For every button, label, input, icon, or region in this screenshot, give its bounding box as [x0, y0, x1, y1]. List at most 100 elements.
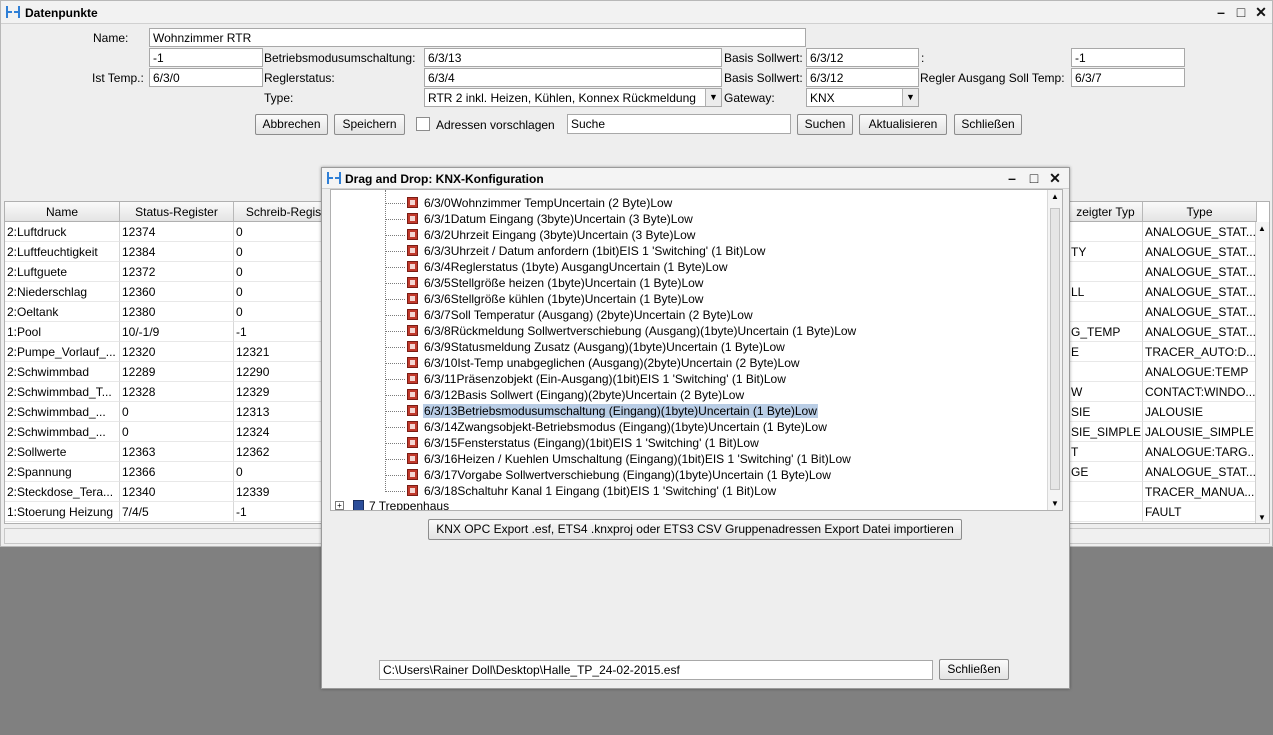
tree-item[interactable]: 6/3/9Statusmeldung Zusatz (Ausgang)(1byt… [407, 340, 786, 356]
save-button[interactable]: Speichern [334, 114, 405, 135]
table-cell-write: 0 [234, 262, 334, 282]
maximize-icon[interactable]: □ [1026, 170, 1042, 186]
close-icon[interactable]: ✕ [1253, 4, 1269, 20]
tree-item[interactable]: 6/3/11Präsenzobjekt (Ein-Ausgang)(1bit)E… [407, 372, 787, 388]
table-cell-write: 0 [234, 302, 334, 322]
regler-ausgang-field[interactable]: 6/3/7 [1071, 68, 1185, 87]
tree-item[interactable]: 6/3/5Stellgröße heizen (1byte)Uncertain … [407, 276, 704, 292]
name-input[interactable]: Wohnzimmer RTR [149, 28, 806, 47]
tree-item-label: 6/3/15Fensterstatus (Eingang)(1bit)EIS 1… [424, 436, 759, 450]
tree-connector [385, 379, 405, 380]
tree-item[interactable]: 6/3/13Betriebsmodusumschaltung (Eingang)… [407, 404, 818, 420]
left-value-field[interactable]: -1 [149, 48, 263, 67]
tree-item[interactable]: 6/3/2Uhrzeit Eingang (3byte)Uncertain (3… [407, 228, 696, 244]
file-path-input[interactable]: C:\Users\Rainer Doll\Desktop\Halle_TP_24… [379, 660, 933, 680]
type-select[interactable]: RTR 2 inkl. Heizen, Kühlen, Konnex Rückm… [424, 88, 722, 107]
search-input[interactable]: Suche [567, 114, 791, 134]
window-titlebar[interactable]: Datenpunkte – □ ✕ [1, 1, 1272, 24]
table-cell-status: 12374 [120, 222, 234, 242]
tree-item-label: 6/3/0Wohnzimmer TempUncertain (2 Byte)Lo… [424, 196, 673, 210]
cancel-button[interactable]: Abbrechen [255, 114, 328, 135]
table-cell-type: FAULT [1143, 502, 1257, 522]
group-address-icon [407, 197, 418, 208]
table-scrollbar[interactable]: ▲ ▼ [1255, 222, 1269, 523]
table-cell-shown: W [1069, 382, 1143, 402]
mode-label: Betriebsmodusumschaltung: [264, 51, 416, 65]
tree-item[interactable]: 6/3/7Soll Temperatur (Ausgang) (2byte)Un… [407, 308, 754, 324]
tree-folder-label[interactable]: 7 Treppenhaus [369, 499, 449, 510]
group-address-icon [407, 357, 418, 368]
scroll-up-icon[interactable]: ▲ [1258, 224, 1266, 233]
tree-item[interactable]: 6/3/15Fensterstatus (Eingang)(1bit)EIS 1… [407, 436, 760, 452]
scroll-down-icon[interactable]: ▼ [1258, 513, 1266, 522]
column-header-write[interactable]: Schreib-Regis [234, 202, 334, 222]
suggest-addresses-label: Adressen vorschlagen [436, 118, 555, 132]
chevron-down-icon[interactable]: ▼ [705, 89, 721, 106]
tree-connector [385, 299, 405, 300]
right-value-field[interactable]: -1 [1071, 48, 1185, 67]
reglerstatus-field[interactable]: 6/3/4 [424, 68, 722, 87]
tree-item[interactable]: 6/3/6Stellgröße kühlen (1byte)Uncertain … [407, 292, 704, 308]
expand-icon[interactable]: + [335, 501, 344, 510]
tree-item[interactable]: 6/3/3Uhrzeit / Datum anfordern (1bit)EIS… [407, 244, 766, 260]
tree-scrollbar[interactable]: ▲ ▼ [1047, 190, 1062, 510]
tree-item[interactable]: 6/3/14Zwangsobjekt-Betriebsmodus (Eingan… [407, 420, 828, 436]
column-header-type[interactable]: Type [1143, 202, 1257, 222]
tree-item[interactable]: 6/3/8Rückmeldung Sollwertverschiebung (A… [407, 324, 857, 340]
tree-item-label: 6/3/14Zwangsobjekt-Betriebsmodus (Eingan… [424, 420, 827, 434]
scroll-down-icon[interactable]: ▼ [1051, 499, 1059, 508]
column-header-name[interactable]: Name [5, 202, 120, 222]
tree-item-label: 6/3/12Basis Sollwert (Eingang)(2byte)Unc… [424, 388, 745, 402]
tree-item[interactable]: 6/3/12Basis Sollwert (Eingang)(2byte)Unc… [407, 388, 745, 404]
tree-item[interactable]: 6/3/16Heizen / Kuehlen Umschaltung (Eing… [407, 452, 852, 468]
tree-item[interactable]: 6/3/4Reglerstatus (1byte) AusgangUncerta… [407, 260, 729, 276]
chevron-down-icon[interactable]: ▼ [902, 89, 918, 106]
basis-sollwert-field[interactable]: 6/3/12 [806, 48, 919, 67]
ist-temp-label: Ist Temp.: [92, 71, 144, 85]
tree-connector [385, 267, 405, 268]
tree-item-label: 6/3/10Ist-Temp unabgeglichen (Ausgang)(2… [424, 356, 800, 370]
mode-field[interactable]: 6/3/13 [424, 48, 722, 67]
minimize-icon[interactable]: – [1004, 170, 1020, 186]
table-cell-name: 2:Spannung [5, 462, 120, 482]
ist-temp-field[interactable]: 6/3/0 [149, 68, 263, 87]
suggest-addresses-checkbox[interactable] [416, 117, 430, 131]
tree-item[interactable]: 6/3/18Schaltuhr Kanal 1 Eingang (1bit)EI… [407, 484, 777, 500]
scroll-up-icon[interactable]: ▲ [1051, 192, 1059, 201]
close-button[interactable]: Schließen [954, 114, 1022, 135]
dialog-close-button[interactable]: Schließen [939, 659, 1009, 680]
knx-config-dialog: Drag and Drop: KNX-Konfiguration – □ ✕ 6… [321, 167, 1070, 689]
tree-item[interactable]: 6/3/0Wohnzimmer TempUncertain (2 Byte)Lo… [407, 196, 673, 212]
tree-item[interactable]: 6/3/17Vorgabe Sollwertverschiebung (Eing… [407, 468, 832, 484]
column-header-shown-type[interactable]: zeigter Typ [1069, 202, 1143, 222]
table-cell-status: 10/-1/9 [120, 322, 234, 342]
table-cell-name: 2:Luftguete [5, 262, 120, 282]
minimize-icon[interactable]: – [1213, 4, 1229, 20]
table-cell-shown: LL [1069, 282, 1143, 302]
search-button[interactable]: Suchen [797, 114, 853, 135]
maximize-icon[interactable]: □ [1233, 4, 1249, 20]
tree-item-label: 6/3/16Heizen / Kuehlen Umschaltung (Eing… [424, 452, 851, 466]
tree-item-label: 6/3/6Stellgröße kühlen (1byte)Uncertain … [424, 292, 704, 306]
gateway-select[interactable]: KNX ▼ [806, 88, 919, 107]
table-cell-name: 2:Luftdruck [5, 222, 120, 242]
table-cell-shown [1069, 302, 1143, 322]
refresh-button[interactable]: Aktualisieren [859, 114, 947, 135]
column-header-status[interactable]: Status-Register [120, 202, 234, 222]
dialog-titlebar[interactable]: Drag and Drop: KNX-Konfiguration – □ ✕ [322, 168, 1069, 189]
table-cell-status: 12380 [120, 302, 234, 322]
group-address-icon [407, 421, 418, 432]
reglerstatus-label: Reglerstatus: [264, 71, 335, 85]
close-icon[interactable]: ✕ [1047, 170, 1063, 186]
tree-item-label: 6/3/9Statusmeldung Zusatz (Ausgang)(1byt… [424, 340, 785, 354]
table-cell-name: 2:Oeltank [5, 302, 120, 322]
table-cell-shown: TY [1069, 242, 1143, 262]
tree-item[interactable]: 6/3/10Ist-Temp unabgeglichen (Ausgang)(2… [407, 356, 801, 372]
basis-sollwert-2-field[interactable]: 6/3/12 [806, 68, 919, 87]
table-cell-write: 12290 [234, 362, 334, 382]
import-button[interactable]: KNX OPC Export .esf, ETS4 .knxproj oder … [428, 519, 962, 540]
knx-tree[interactable]: 6/3/0Wohnzimmer TempUncertain (2 Byte)Lo… [330, 189, 1063, 511]
scroll-thumb[interactable] [1050, 208, 1060, 490]
tree-item[interactable]: 6/3/1Datum Eingang (3byte)Uncertain (3 B… [407, 212, 694, 228]
tree-item-label: 6/3/17Vorgabe Sollwertverschiebung (Eing… [424, 468, 831, 482]
